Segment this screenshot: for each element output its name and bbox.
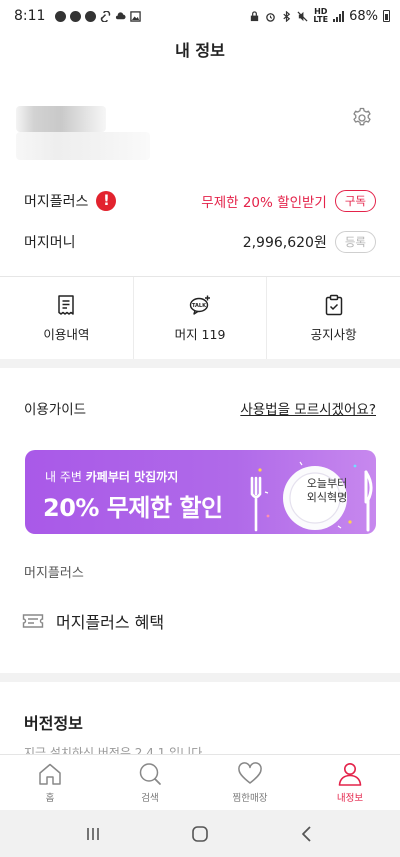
- shortcut-notices[interactable]: 공지사항: [267, 277, 400, 359]
- network-lte: LTE: [313, 15, 329, 24]
- nav-search[interactable]: 검색: [100, 755, 200, 810]
- usage-guide-label: 이용가이드: [24, 402, 87, 418]
- nav-label: 내정보: [336, 792, 364, 804]
- register-button[interactable]: 등록: [334, 231, 376, 253]
- banner-subtitle-prefix: 내 주변: [45, 470, 86, 484]
- mugi-money-right: 2,996,620원 등록: [243, 231, 376, 253]
- status-bar: 8:11 HD LTE 68%: [0, 0, 400, 32]
- plate-line-2: 외식혁명: [306, 491, 348, 504]
- money-amount: 2,996,620원: [242, 235, 327, 251]
- ticket-icon: [22, 614, 44, 628]
- banner-subtitle-bold: 카페부터 맛집까지: [85, 470, 179, 484]
- home-button-icon[interactable]: [190, 824, 210, 844]
- mute-icon: [297, 10, 308, 22]
- notification-dot-icon: [70, 10, 82, 22]
- image-icon: [130, 10, 142, 22]
- network-type: HD LTE: [313, 8, 328, 24]
- shortcut-label: 이용내역: [43, 326, 90, 342]
- page-title: 내 정보: [175, 41, 225, 60]
- mugi-plus-label: 머지플러스: [24, 194, 89, 210]
- blurred-user-name: [16, 106, 106, 132]
- nav-my-info[interactable]: 내정보: [300, 755, 400, 810]
- blurred-user-info: [16, 132, 150, 160]
- battery-percent: 68%: [349, 8, 378, 24]
- lock-icon: [251, 10, 259, 21]
- mugi-plus-right: 무제한 20% 할인받기 구독: [201, 190, 376, 212]
- svg-text:TALK: TALK: [192, 303, 207, 309]
- shortcut-mugi-119[interactable]: TALK 머지 119: [134, 277, 268, 359]
- cloud-icon: [116, 11, 126, 19]
- nav-label: 찜한매장: [232, 792, 268, 804]
- plate-text: 오늘부터 외식혁명: [297, 477, 357, 505]
- plus-promo-text[interactable]: 무제한 20% 할인받기: [201, 191, 327, 211]
- system-nav-bar: [0, 810, 400, 857]
- plate-line-1: 오늘부터: [306, 477, 348, 490]
- section-divider: [0, 359, 400, 368]
- alarm-icon: [266, 12, 276, 22]
- bottom-nav: 홈 검색 찜한매장 내정보: [0, 754, 400, 810]
- shortcut-label: 머지 119: [174, 326, 226, 342]
- plus-section-heading: 머지플러스: [24, 566, 84, 581]
- home-icon: [39, 763, 61, 785]
- nav-label: 검색: [141, 792, 159, 804]
- search-icon: [139, 762, 161, 785]
- shortcut-usage-history[interactable]: 이용내역: [0, 277, 134, 359]
- talk-bubble-icon: TALK: [189, 295, 210, 315]
- mugi-plus-row[interactable]: 머지플러스 ! 무제한 20% 할인받기 구독: [0, 180, 400, 222]
- link-icon: [101, 10, 111, 22]
- alert-badge: !: [96, 191, 117, 211]
- notification-dot-icon-2: [85, 10, 97, 22]
- receipt-icon: [58, 294, 75, 315]
- mugi-money-row: 머지머니 2,996,620원 등록: [0, 221, 400, 263]
- help-link[interactable]: 사용법을 모르시겠어요?: [240, 398, 376, 418]
- usage-guide-row: 이용가이드 사용법을 모르시겠어요?: [24, 396, 376, 420]
- settings-gear-icon[interactable]: [350, 106, 374, 130]
- battery-icon: [383, 10, 390, 22]
- section-divider-2: [0, 673, 400, 682]
- nav-label: 홈: [45, 792, 55, 804]
- banner-subtitle: 내 주변 카페부터 맛집까지: [45, 468, 178, 485]
- status-right: HD LTE 68%: [249, 8, 390, 24]
- clipboard-check-icon: [325, 294, 342, 315]
- heart-icon: [238, 761, 262, 784]
- version-title: 버전정보: [24, 714, 83, 733]
- signal-icon: [333, 10, 345, 22]
- bluetooth-icon: [283, 10, 291, 22]
- back-icon[interactable]: [297, 824, 317, 844]
- recent-apps-icon[interactable]: [83, 824, 103, 844]
- mugi-money-label: 머지머니: [24, 235, 76, 251]
- person-icon: [338, 762, 362, 786]
- nav-home[interactable]: 홈: [0, 755, 100, 810]
- profile-section: [0, 88, 400, 168]
- status-time: 8:11: [14, 8, 46, 24]
- notification-gear-icon: [55, 10, 67, 22]
- promo-banner[interactable]: 내 주변 카페부터 맛집까지 20% 무제한 할인 오늘부터 외식혁명: [25, 450, 376, 534]
- shortcut-label: 공지사항: [310, 326, 357, 342]
- plus-benefit-row[interactable]: 머지플러스 혜택: [22, 606, 164, 636]
- status-left: 8:11: [14, 8, 142, 24]
- banner-title: 20% 무제한 할인: [43, 494, 223, 522]
- shortcut-bar: 이용내역 TALK 머지 119 공지사항: [0, 277, 400, 359]
- plus-benefit-label: 머지플러스 혜택: [56, 613, 165, 632]
- nav-favorites[interactable]: 찜한매장: [200, 755, 300, 810]
- subscribe-button[interactable]: 구독: [334, 190, 376, 212]
- screen: 8:11 HD LTE 68% 내 정보 머지플러스 ! 무제한 20% 할인받…: [0, 0, 400, 857]
